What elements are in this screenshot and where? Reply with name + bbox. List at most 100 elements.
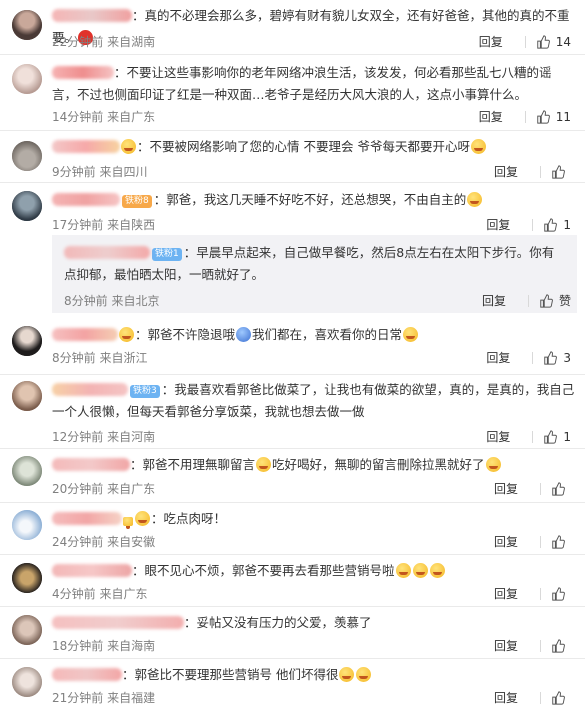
reply-button[interactable]: 回复 — [494, 637, 518, 654]
thumbs-up-icon — [544, 217, 558, 232]
reply-button[interactable]: 回复 — [486, 349, 510, 366]
cheers-emoji-icon — [470, 139, 486, 154]
grin-emoji-icon — [403, 327, 419, 342]
like-button[interactable]: 1 — [543, 430, 571, 444]
comment-meta: 18分钟前 来自海南 — [52, 639, 156, 653]
username[interactable] — [52, 383, 128, 396]
like-count: 1 — [563, 217, 571, 232]
sub-reply: 铁粉1 ：早晨早点起来，自己做早餐吃，然后8点左右在太阳下步行。你有点抑郁，最怕晒… — [52, 235, 577, 313]
username[interactable] — [52, 616, 184, 629]
comment-meta: 8分钟前 来自浙江 — [52, 351, 148, 365]
like-button[interactable]: 11 — [536, 110, 571, 124]
like-button[interactable] — [551, 164, 571, 179]
username[interactable] — [52, 512, 122, 525]
thumbs-up-icon — [544, 350, 558, 365]
crown-icon — [123, 517, 133, 529]
avatar[interactable] — [12, 381, 42, 411]
reply-button[interactable]: 回复 — [494, 533, 518, 550]
reply-button[interactable]: 回复 — [486, 428, 510, 445]
comment-text-2: 我们都在，喜欢看你的日常 — [252, 327, 403, 342]
comment-text: ：妥帖又没有压力的父爱，羡慕了 — [184, 615, 372, 630]
avatar[interactable] — [12, 326, 42, 356]
avatar[interactable] — [12, 141, 42, 171]
like-button[interactable] — [551, 586, 571, 601]
like-button[interactable] — [551, 690, 571, 705]
avatar[interactable] — [12, 64, 42, 94]
comment-item: ：吃点肉呀！ 24分钟前 来自安徽 回复 — [0, 502, 585, 554]
avatar[interactable] — [12, 563, 42, 593]
comment-meta: 9分钟前 来自四川 — [52, 165, 148, 179]
reply-button[interactable]: 回复 — [494, 585, 518, 602]
emoji-icon — [339, 667, 355, 682]
avatar[interactable] — [12, 615, 42, 645]
comment-meta: 24分钟前 来自安徽 — [52, 535, 156, 549]
avatar[interactable] — [12, 456, 42, 486]
comment-text-2: 吃好喝好，無聊的留言刪除拉黑就好了 — [272, 457, 485, 472]
thumbs-up-icon — [552, 586, 565, 601]
username[interactable] — [64, 246, 150, 259]
avatar[interactable] — [12, 191, 42, 221]
like-count: 3 — [563, 350, 571, 365]
username[interactable] — [52, 328, 118, 341]
like-button[interactable] — [551, 481, 571, 496]
comment-item: ：郭爸比不要理那些营销号 他们坏得很 21分钟前 来自福建 回复 — [0, 658, 585, 719]
username[interactable] — [52, 458, 130, 471]
like-count: 14 — [555, 34, 571, 49]
fan-badge: 铁粉1 — [152, 248, 182, 261]
like-button[interactable] — [551, 534, 571, 549]
comment-meta: 12分钟前 来自河南 — [52, 430, 156, 444]
reply-button[interactable]: 回复 — [482, 292, 506, 309]
hug-emoji-icon — [395, 563, 411, 578]
like-button[interactable]: 1 — [543, 218, 571, 232]
username[interactable] — [52, 668, 122, 681]
comment-text: ：眼不见心不烦，郭爸不要再去看那些营销号啦 — [132, 563, 395, 578]
comment-meta: 17分钟前 来自陕西 — [52, 218, 156, 232]
thumbs-up-icon — [536, 109, 550, 124]
avatar[interactable] — [12, 10, 42, 40]
thumbs-up-icon — [540, 293, 553, 308]
username[interactable] — [52, 193, 120, 206]
thumbs-up-icon — [552, 534, 565, 549]
like-button[interactable]: 3 — [543, 351, 571, 365]
comment-text: ：不要让这些事影响你的老年网络冲浪生活，该发发，何必看那些乱七八糟的谣言，不过也… — [52, 65, 552, 102]
fan-badge: 铁粉8 — [122, 195, 152, 208]
reply-button[interactable]: 回复 — [494, 163, 518, 180]
comment-item: ：郭爸不用理無聊留言 吃好喝好，無聊的留言刪除拉黑就好了 20分钟前 来自广东 回… — [0, 448, 585, 502]
reply-button[interactable]: 回复 — [479, 108, 503, 125]
hug-emoji-icon — [429, 563, 445, 578]
comment-item: ：妥帖又没有压力的父爱，羡慕了 18分钟前 来自海南 回复 — [0, 606, 585, 658]
thumbs-up-icon — [552, 638, 565, 653]
comment-item: ：郭爸不许隐退哦 我们都在，喜欢看你的日常 8分钟前 来自浙江 回复 3 — [0, 318, 585, 374]
reply-button[interactable]: 回复 — [494, 480, 518, 497]
like-count: 11 — [555, 109, 571, 124]
comment-text: ：郭爸比不要理那些营销号 他们坏得很 — [122, 667, 339, 682]
username[interactable] — [52, 66, 114, 79]
like-button[interactable] — [551, 638, 571, 653]
avatar[interactable] — [12, 667, 42, 697]
comment-text: ：郭爸，我这几天睡不好吃不好，还总想哭，不由自主的 — [153, 192, 467, 207]
comment-item: 铁粉3 ：我最喜欢看郭爸比做菜了，让我也有做菜的欲望，真的，是真的，我自己一个人很… — [0, 374, 585, 448]
username[interactable] — [52, 9, 132, 22]
comment-item: ：眼不见心不烦，郭爸不要再去看那些营销号啦 4分钟前 来自广东 回复 — [0, 554, 585, 606]
comment-meta: 20分钟前 来自广东 — [52, 482, 156, 496]
fan-badge: 铁粉3 — [130, 385, 160, 398]
reply-button[interactable]: 回复 — [486, 216, 510, 233]
comment-item: ：真的不必理会那么多，碧婷有财有貌儿女双全，还有好爸爸，其他的真的不重要。 22… — [0, 0, 585, 54]
username[interactable] — [52, 564, 132, 577]
reply-button[interactable]: 回复 — [479, 33, 503, 50]
username[interactable] — [52, 140, 120, 153]
comment-meta: 22分钟前 来自湖南 — [52, 35, 156, 49]
hug-emoji-icon — [412, 563, 428, 578]
reply-button[interactable]: 回复 — [494, 689, 518, 706]
sub-reply-meta: 8分钟前 来自北京 — [64, 294, 160, 308]
comment-meta: 14分钟前 来自广东 — [52, 110, 156, 124]
comment-item: ：不要被网络影响了您的心情 不要理会 爷爷每天都要开心呀 9分钟前 来自四川 回… — [0, 130, 585, 182]
like-button[interactable]: 赞 — [539, 292, 571, 309]
like-count: 1 — [563, 429, 571, 444]
emoji-icon — [256, 457, 272, 472]
thumbs-up-icon — [552, 164, 565, 179]
like-button[interactable]: 14 — [536, 35, 571, 49]
avatar[interactable] — [12, 510, 42, 540]
comment-text: ：不要被网络影响了您的心情 不要理会 爷爷每天都要开心呀 — [137, 139, 470, 154]
comment-item: ：不要让这些事影响你的老年网络冲浪生活，该发发，何必看那些乱七八糟的谣言，不过也… — [0, 54, 585, 130]
